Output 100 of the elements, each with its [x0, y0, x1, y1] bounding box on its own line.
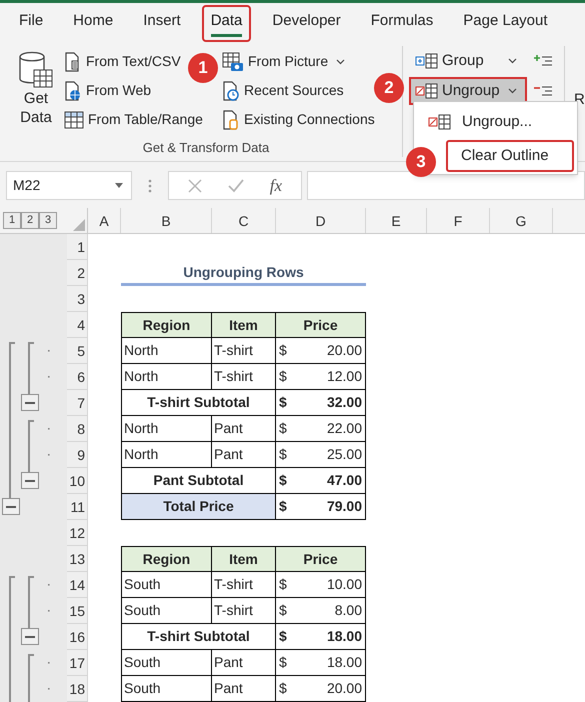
- table-cell: T-shirt Subtotal: [121, 624, 276, 650]
- outline-level-button[interactable]: 3: [39, 212, 57, 229]
- column-heading: Price: [276, 312, 366, 338]
- step-badge: 1: [188, 53, 218, 83]
- table-cell: South: [121, 572, 212, 598]
- table-cell: Pant Subtotal: [121, 468, 276, 494]
- outline-level-button[interactable]: 1: [3, 212, 21, 229]
- price-cell: $ 10.00: [276, 572, 366, 598]
- collapse-button[interactable]: [21, 628, 39, 645]
- name-box[interactable]: M22: [6, 171, 132, 200]
- row-header[interactable]: 6: [67, 364, 88, 390]
- ribbon-tab[interactable]: Data: [202, 5, 252, 42]
- ribbon-tab[interactable]: File: [10, 5, 52, 42]
- row-header[interactable]: 16: [67, 624, 88, 650]
- column-header[interactable]: G: [490, 208, 553, 233]
- row-header[interactable]: 2: [67, 260, 88, 286]
- ribbon-command[interactable]: From Web: [64, 76, 152, 105]
- ungroup-rows-icon: [428, 114, 452, 130]
- collapse-button[interactable]: [2, 498, 20, 515]
- row-header[interactable]: 10: [67, 468, 88, 494]
- column-header[interactable]: D: [276, 208, 366, 233]
- ribbon-tab[interactable]: Home: [64, 5, 122, 42]
- row-header[interactable]: 5: [67, 338, 88, 364]
- row-header[interactable]: 1: [67, 234, 88, 260]
- table-cell: T-shirt Subtotal: [121, 390, 276, 416]
- column-header[interactable]: A: [88, 208, 121, 233]
- menu-item[interactable]: Ungroup...: [418, 106, 568, 138]
- price-cell: $ 47.00: [276, 468, 366, 494]
- table-cell: South: [121, 676, 212, 702]
- chevron-down-icon: [508, 88, 517, 94]
- row-header[interactable]: 13: [67, 546, 88, 572]
- ribbon-tab[interactable]: Developer: [263, 5, 350, 42]
- minus-icon: [25, 480, 35, 482]
- insert-function-button[interactable]: fx: [270, 172, 282, 198]
- collapse-button[interactable]: [21, 472, 39, 489]
- column-heading: Item: [212, 546, 276, 572]
- row-header[interactable]: 7: [67, 390, 88, 416]
- column-header[interactable]: F: [427, 208, 490, 233]
- column-heading: Price: [276, 546, 366, 572]
- dropdown-arrow-icon: [115, 183, 123, 188]
- price-cell: $ 20.00: [276, 676, 366, 702]
- menu-item[interactable]: Clear Outline: [446, 140, 574, 172]
- row-header[interactable]: 4: [67, 312, 88, 338]
- collapse-button[interactable]: [21, 394, 39, 411]
- check-icon[interactable]: [228, 178, 244, 192]
- sheet-title: Ungrouping Rows: [121, 260, 366, 286]
- table-cell: T-shirt: [212, 338, 276, 364]
- row-header[interactable]: 11: [67, 494, 88, 520]
- ribbon-command[interactable]: Recent Sources: [222, 76, 344, 105]
- ungroup-rows-icon: [415, 83, 439, 99]
- chevron-down-icon: [336, 58, 346, 64]
- formula-input-field[interactable]: [307, 171, 585, 200]
- ribbon-command[interactable]: Existing Connections: [222, 105, 375, 134]
- row-header[interactable]: 8: [67, 416, 88, 442]
- outline-level-button[interactable]: 2: [21, 212, 39, 229]
- column-header[interactable]: E: [366, 208, 427, 233]
- price-cell: $ 12.00: [276, 364, 366, 390]
- outline-bracket: [28, 576, 34, 629]
- row-header[interactable]: 14: [67, 572, 88, 598]
- table-cell: North: [121, 416, 212, 442]
- outline-bracket: [28, 342, 34, 395]
- column-header[interactable]: B: [121, 208, 212, 233]
- row-header[interactable]: 3: [67, 286, 88, 312]
- get-data-button[interactable]: Get Data: [14, 47, 58, 138]
- row-header[interactable]: 9: [67, 442, 88, 468]
- price-cell: $ 79.00: [276, 494, 366, 520]
- table-cell: Total Price: [121, 494, 276, 520]
- ribbon-tab[interactable]: Formulas: [362, 5, 442, 42]
- table-icon: [64, 110, 84, 128]
- table-cell: T-shirt: [212, 572, 276, 598]
- outline-bracket: [28, 654, 34, 702]
- ribbon-tab[interactable]: Page Layout: [454, 5, 557, 42]
- document-globe-icon: [64, 80, 82, 100]
- row-header[interactable]: 12: [67, 520, 88, 546]
- document-clock-icon: [222, 80, 240, 100]
- column-heading: Region: [121, 312, 212, 338]
- price-cell: $ 18.00: [276, 624, 366, 650]
- table-cell: South: [121, 650, 212, 676]
- price-cell: $ 22.00: [276, 416, 366, 442]
- minus-icon: [25, 402, 35, 404]
- ribbon-command[interactable]: From Table/Range: [64, 105, 203, 134]
- group-button[interactable]: Group: [409, 47, 527, 75]
- table-cell: North: [121, 338, 212, 364]
- price-cell: $ 25.00: [276, 442, 366, 468]
- row-header[interactable]: 18: [67, 676, 88, 702]
- row-header[interactable]: 17: [67, 650, 88, 676]
- ribbon-tab[interactable]: Insert: [134, 5, 190, 42]
- group-label: Get & Transform Data: [142, 138, 270, 156]
- table-cell: Pant: [212, 676, 276, 702]
- minus-icon: [25, 636, 35, 638]
- price-cell: $ 20.00: [276, 338, 366, 364]
- row-header[interactable]: 15: [67, 598, 88, 624]
- ribbon-command[interactable]: From Picture: [222, 47, 346, 76]
- minus-icon: [6, 506, 16, 508]
- price-cell: $ 18.00: [276, 650, 366, 676]
- database-table-icon: [18, 51, 54, 89]
- group-rows-icon: [415, 53, 439, 69]
- ribbon-command[interactable]: From Text/CSV: [64, 47, 181, 76]
- grip-dots-icon: [148, 178, 152, 192]
- column-header[interactable]: C: [212, 208, 276, 233]
